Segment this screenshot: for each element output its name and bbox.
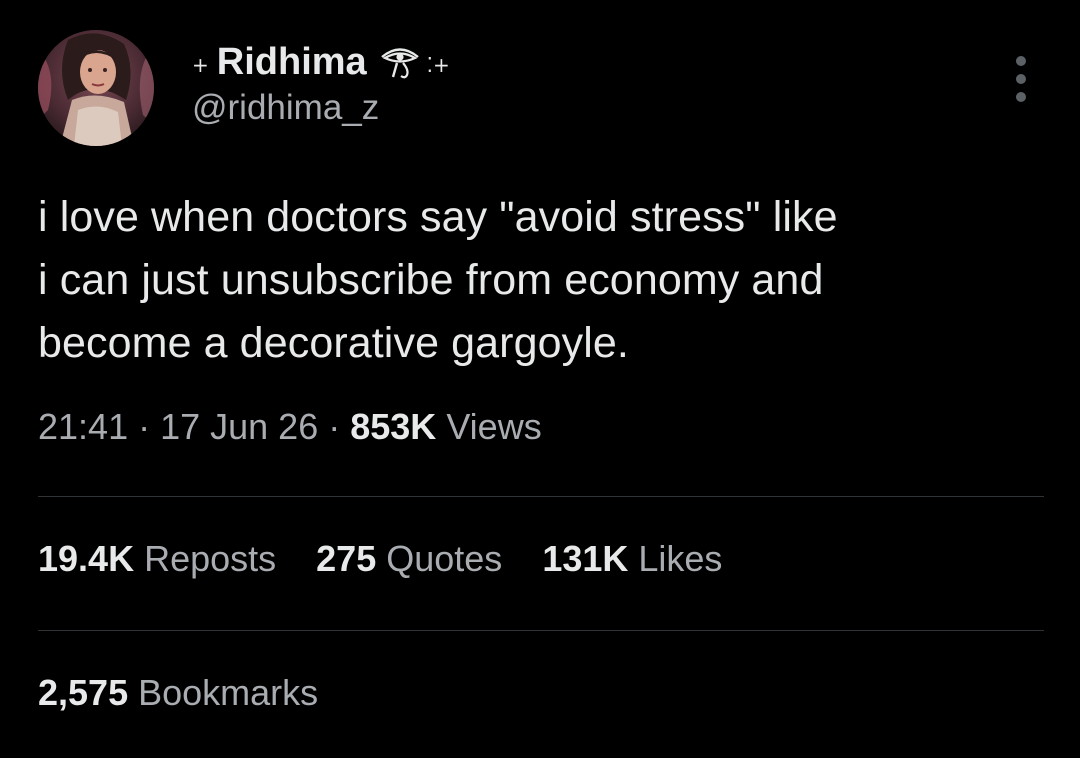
views-label: Views (446, 406, 542, 447)
quotes-stat[interactable]: 275 Quotes (316, 538, 502, 580)
views-count: 853K (350, 406, 437, 447)
tweet-header: + Ridhima ⁚+ @ridhima_z (38, 30, 1042, 152)
avatar-image (38, 30, 154, 146)
decoration-sparkle-right: ⁚+ (426, 53, 450, 77)
tweet-text: i love when doctors say "avoid stress" l… (38, 186, 1048, 375)
tweet-metadata: 21:41 · 17 Jun 26 · 853K Views (38, 406, 542, 448)
tweet-text-line: become a decorative gargoyle. (38, 319, 629, 367)
more-options-button[interactable] (1014, 56, 1028, 102)
tweet-detail: + Ridhima ⁚+ @ridhima_z i love when doct… (0, 0, 1080, 758)
display-name[interactable]: Ridhima (217, 41, 367, 84)
bookmarks-stat[interactable]: 2,575 Bookmarks (38, 672, 318, 714)
tweet-date[interactable]: 17 Jun 26 (160, 406, 318, 447)
likes-count: 131K (542, 538, 629, 579)
bookmarks-count: 2,575 (38, 672, 129, 713)
more-dot-icon (1016, 74, 1026, 84)
avatar[interactable] (38, 30, 154, 146)
more-dot-icon (1016, 56, 1026, 66)
decoration-sparkle-left: + (192, 53, 209, 77)
separator: · (328, 406, 341, 447)
quotes-label: Quotes (386, 538, 503, 579)
tweet-text-line: i love when doctors say "avoid stress" l… (38, 193, 838, 241)
engagement-stats: 19.4K Reposts 275 Quotes 131K Likes (38, 538, 762, 580)
quotes-count: 275 (316, 538, 377, 579)
divider (38, 630, 1044, 631)
reposts-count: 19.4K (38, 538, 135, 579)
display-name-row: + Ridhima ⁚+ (192, 34, 450, 90)
eye-of-horus-icon (379, 44, 421, 80)
tweet-time[interactable]: 21:41 (38, 406, 128, 447)
likes-label: Likes (638, 538, 723, 579)
bookmarks-label: Bookmarks (138, 672, 319, 713)
divider (38, 496, 1044, 497)
more-dot-icon (1016, 92, 1026, 102)
separator: · (138, 406, 151, 447)
reposts-label: Reposts (144, 538, 277, 579)
likes-stat[interactable]: 131K Likes (542, 538, 722, 580)
tweet-text-line: i can just unsubscribe from economy and (38, 256, 824, 304)
user-names: + Ridhima ⁚+ @ridhima_z (192, 34, 450, 128)
user-handle[interactable]: @ridhima_z (192, 88, 450, 128)
reposts-stat[interactable]: 19.4K Reposts (38, 538, 276, 580)
